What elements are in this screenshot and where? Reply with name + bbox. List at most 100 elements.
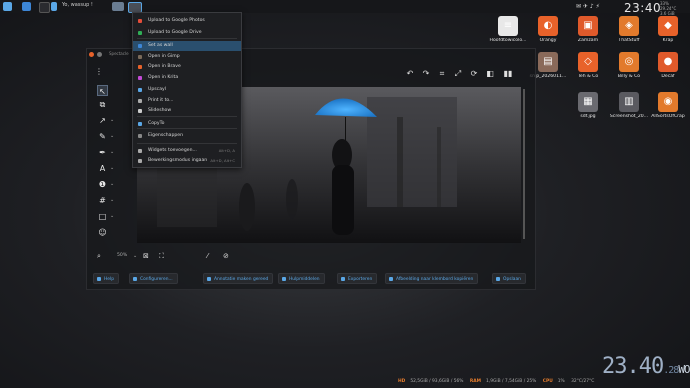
desktop-icon[interactable]: ▥ Screenshot_20...	[609, 92, 649, 119]
zoom-level[interactable]: 50%	[117, 249, 127, 263]
crop-icon[interactable]: ⌗	[437, 68, 447, 80]
copy-clipboard-button[interactable]: Afbeelding naar klembord kopiëren	[385, 273, 479, 284]
emoji-icon[interactable]: ☺	[97, 227, 108, 238]
desktop-icon-label: sdf.jpg	[580, 114, 596, 119]
menu-item[interactable]: Set as wall	[133, 41, 241, 51]
desktop-icon[interactable]: ◈ ThatStuff	[609, 16, 649, 43]
menu-separator	[137, 38, 237, 39]
flip-icon[interactable]: ◧	[485, 68, 495, 80]
menu-item-label: Upload to Google Photos	[148, 18, 205, 23]
pen-icon[interactable]: ✎	[97, 131, 108, 142]
number-icon[interactable]: ❶	[97, 179, 108, 190]
desktop-icon-image: ◎	[619, 52, 639, 72]
clear-icon[interactable]: ⊘	[223, 249, 229, 263]
task-label[interactable]: Yo, wassup !	[62, 2, 93, 8]
menu-kebab-icon[interactable]: ⋮	[95, 67, 103, 76]
desktop-icon-image: ≡	[498, 16, 518, 36]
rectangle-icon[interactable]: □	[97, 211, 108, 222]
desktop-icon[interactable]: ≡ Hoofdtowicolo...	[488, 16, 528, 43]
desktop-icon[interactable]: ◎ Billy & Co	[609, 52, 649, 79]
chevron-down-icon[interactable]: ⌄	[110, 195, 115, 206]
desktop-icon-label: Zamzam	[577, 38, 599, 43]
chevron-down-icon[interactable]: ⌄	[110, 163, 115, 174]
tools-icon	[282, 277, 286, 281]
menu-item[interactable]: Upscayl	[133, 85, 241, 95]
menu-item[interactable]: Upload to Google Drive	[133, 28, 241, 38]
menu-item[interactable]: Upload to Google Photos	[133, 16, 241, 26]
window-title: Spectacle	[109, 51, 129, 56]
actual-size-icon[interactable]: ⛶	[159, 249, 164, 263]
desktop-icon-label: ThatStuff	[618, 38, 640, 43]
menu-separator	[137, 143, 237, 144]
menu-item-label: Widgets toevoegen...	[148, 148, 197, 153]
rotate-icon[interactable]: ⟳	[469, 68, 479, 80]
desktop-icon[interactable]: ◆ Krap	[648, 16, 688, 43]
terminal-icon[interactable]	[39, 2, 50, 13]
menu-item[interactable]: Open in Krita	[133, 73, 241, 83]
chevron-down-icon[interactable]: ⌄	[110, 179, 115, 190]
menu-item[interactable]: Eigenschappen	[133, 131, 241, 141]
text-icon[interactable]: A	[97, 163, 108, 174]
menu-item[interactable]: Bewerkingsmodus ingaan Alt+D, Alt+C	[133, 156, 241, 166]
panel-clock[interactable]: 23:40	[624, 1, 661, 15]
top-panel: Yo, wassup ! 23:40 33% 29.24°C 3.6 GiB ✉…	[0, 0, 690, 16]
desktop-icon-image: ▦	[578, 92, 598, 112]
tool-options-icon[interactable]: ⁄	[207, 249, 208, 263]
crop-tool-icon[interactable]: ⧉	[97, 99, 108, 110]
undo-icon[interactable]: ↶	[405, 68, 415, 80]
select-icon[interactable]: ↖	[97, 85, 108, 96]
desktop-icon[interactable]: ▣ Zamzam	[568, 16, 608, 43]
desktop-icon-image: ◆	[658, 16, 678, 36]
window-thumb-icon[interactable]	[112, 2, 124, 11]
configure-button[interactable]: Configureren...	[129, 273, 178, 284]
tools-button[interactable]: Hulpmiddelen	[278, 273, 325, 284]
annotation-done-button[interactable]: Annotatie maken gereed	[203, 273, 274, 284]
export-button[interactable]: Exporteren	[337, 273, 378, 284]
desktop-icon[interactable]: ◐ Orangy	[528, 16, 568, 43]
menu-item[interactable]: Slideshow	[133, 106, 241, 116]
save-button[interactable]: Opslaan	[492, 273, 526, 284]
desktop-icon[interactable]: ◉ AllSortsOfCrap	[648, 92, 688, 119]
menu-item-icon	[138, 31, 142, 35]
fit-window-icon[interactable]: ⊠	[143, 249, 149, 263]
menu-item-icon	[138, 109, 142, 113]
menu-item-label: Set as wall	[148, 43, 173, 48]
window-minimize-icon[interactable]	[97, 52, 102, 57]
desktop-icon[interactable]: ● Decaf	[648, 52, 688, 79]
menu-item[interactable]: CopyTo	[133, 119, 241, 129]
resize-icon[interactable]: ⤢	[453, 68, 463, 80]
image-toolbar: ↶ ↷ ⌗ ⤢ ⟳ ◧ ▮▮	[405, 68, 523, 80]
chevron-down-icon[interactable]: ⌄	[110, 131, 115, 142]
menu-item[interactable]: Widgets toevoegen... Alt+D, A	[133, 146, 241, 156]
arrow-icon[interactable]: ↗	[97, 115, 108, 126]
zoom-icon[interactable]: ⌕	[97, 249, 101, 263]
vertical-scrollbar[interactable]	[523, 89, 525, 239]
menu-item-icon	[138, 76, 142, 80]
bottom-toolbar: ⌕ 50% ⌄ ⊠ ⛶ ⁄ ⊘	[95, 249, 525, 263]
help-icon	[97, 277, 101, 281]
redo-icon[interactable]: ↷	[421, 68, 431, 80]
menu-item[interactable]: Open in Brave	[133, 62, 241, 72]
menu-item[interactable]: Print it to...	[133, 96, 241, 106]
help-button[interactable]: Help	[93, 273, 120, 284]
window-close-icon[interactable]	[89, 52, 94, 57]
more-icon[interactable]: ▮▮	[503, 68, 513, 80]
app-menu-icon[interactable]	[3, 2, 12, 11]
menu-item-icon	[138, 55, 142, 59]
chevron-down-icon[interactable]: ⌄	[110, 211, 115, 222]
menu-item-icon	[138, 88, 142, 92]
highlighter-icon[interactable]: ✒	[97, 147, 108, 158]
menu-item[interactable]: Open in Gimp	[133, 52, 241, 62]
chevron-down-icon[interactable]: ⌄	[133, 249, 137, 263]
hd-value: 52,5GiB / 93,6GiB / 56%	[410, 379, 464, 384]
chevron-down-icon[interactable]: ⌄	[110, 147, 115, 158]
desktop-icon-image: ◉	[658, 92, 678, 112]
system-tray-icons[interactable]: ✉ ✈ ♪ ⚡	[576, 3, 600, 10]
desktop-icon[interactable]: ◇ Teh & Co	[568, 52, 608, 79]
folder-icon[interactable]	[22, 2, 31, 11]
chevron-down-icon[interactable]: ⌄	[110, 115, 115, 126]
export-icon	[341, 277, 345, 281]
blur-icon[interactable]: #	[97, 195, 108, 206]
task-icon[interactable]	[51, 2, 57, 11]
desktop-icon[interactable]: ▦ sdf.jpg	[568, 92, 608, 119]
